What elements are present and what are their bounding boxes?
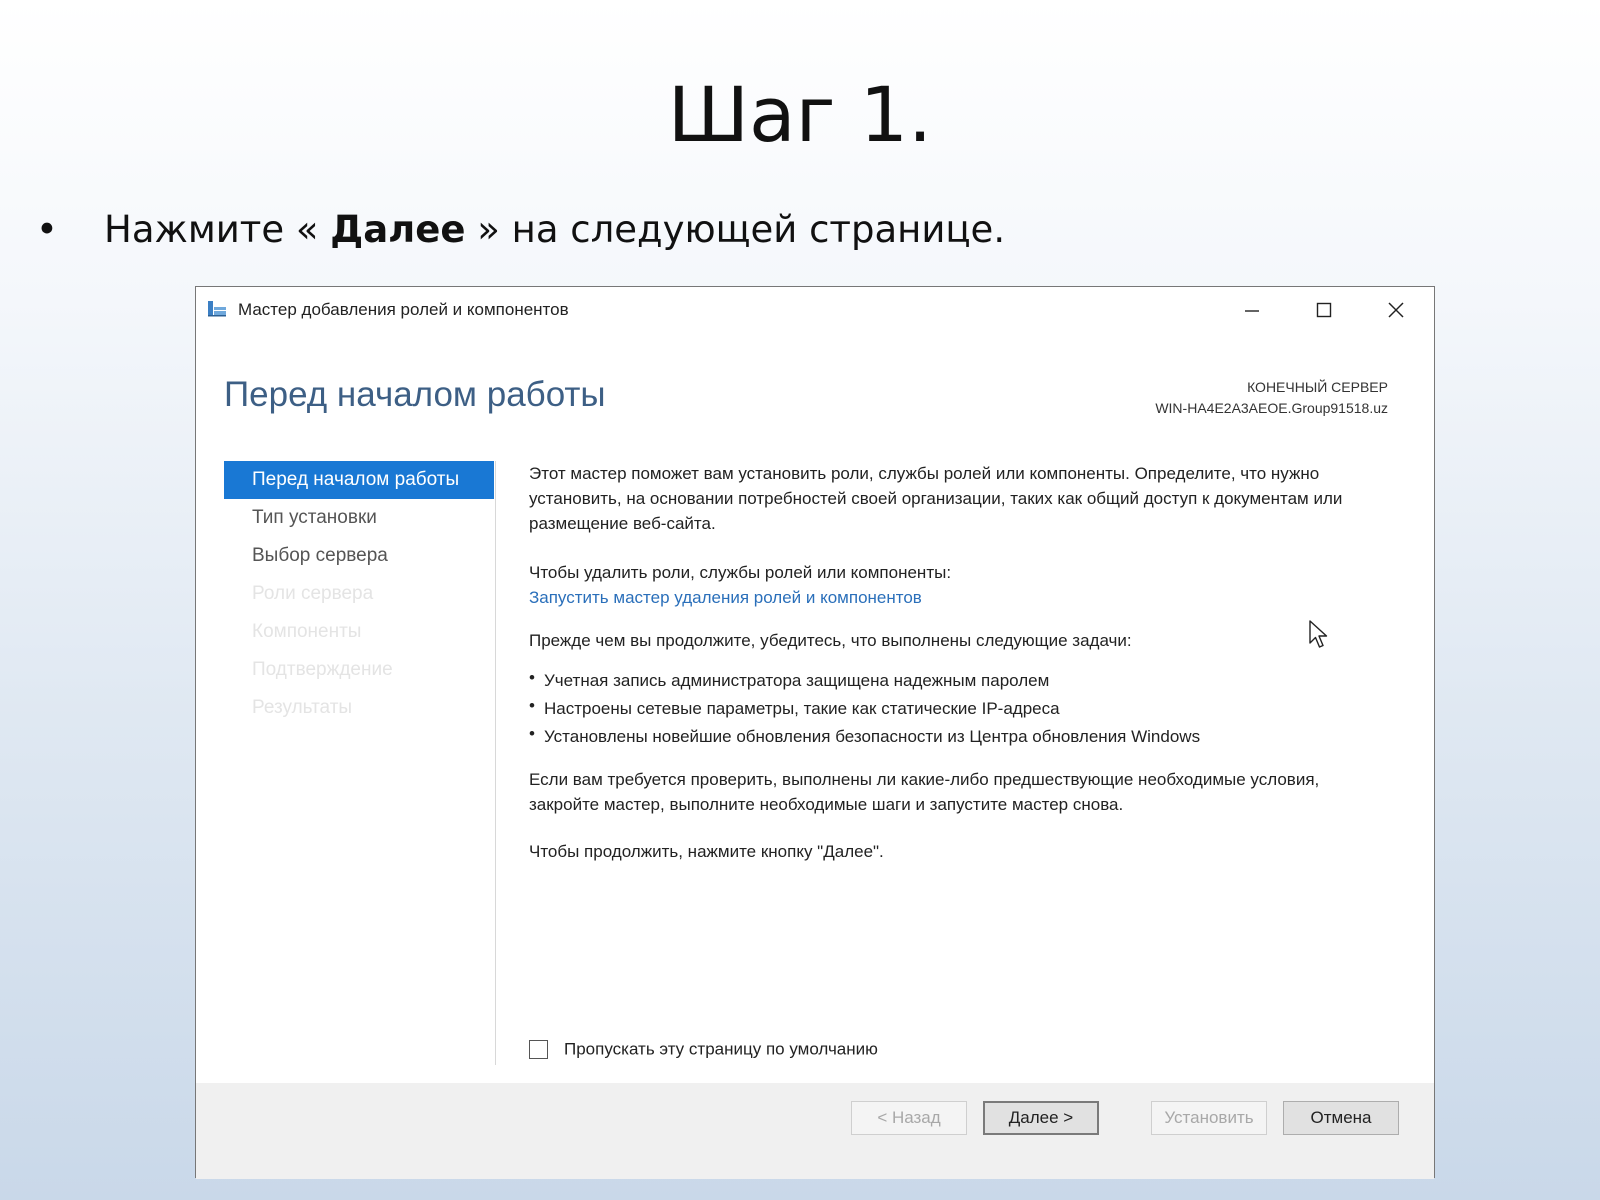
bullet-text-before: Нажмите « (104, 208, 331, 251)
window-title: Мастер добавления ролей и компонентов (238, 300, 569, 319)
list-item: Установлены новейшие обновления безопасн… (529, 720, 1369, 751)
wizard-content: Этот мастер поможет вам установить роли,… (529, 461, 1369, 864)
list-item: Учетная запись администратора защищена н… (529, 664, 1369, 695)
continue-note: Чтобы продолжить, нажмите кнопку "Далее"… (529, 842, 884, 861)
nav-divider (495, 461, 496, 1065)
nav-item-server-roles: Роли сервера (252, 583, 374, 604)
title-bar[interactable]: Мастер добавления ролей и компонентов (196, 287, 1434, 331)
minimize-button[interactable] (1229, 293, 1275, 325)
bullet-dot: • (36, 208, 58, 251)
maximize-icon (1316, 302, 1332, 318)
intro-text: Этот мастер поможет вам установить роли,… (529, 464, 1343, 533)
skip-page-label: Пропускать эту страницу по умолчанию (564, 1039, 878, 1059)
nav-item-results: Результаты (252, 697, 353, 718)
mouse-cursor-icon (1309, 620, 1328, 648)
slide-bullet: • Нажмите « Далее » на следующей странице… (36, 208, 1005, 251)
skip-page-checkbox[interactable] (529, 1040, 548, 1060)
bullet-text-after: » на следующей странице. (465, 208, 1006, 251)
prereq-note: Если вам требуется проверить, выполнены … (529, 770, 1320, 814)
bullet-text-bold: Далее (330, 208, 466, 251)
wizard-nav: Перед началом работы Тип установки Выбор… (224, 461, 494, 727)
before-continue-text: Прежде чем вы продолжите, убедитесь, что… (529, 631, 1132, 650)
remove-wizard-link[interactable]: Запустить мастер удаления ролей и компон… (529, 585, 1369, 610)
wizard-footer: < Назад Далее > Установить Отмена (196, 1083, 1434, 1179)
next-button[interactable]: Далее > (983, 1101, 1099, 1135)
close-button[interactable] (1373, 293, 1419, 325)
install-button[interactable]: Установить (1151, 1101, 1267, 1135)
nav-item-features: Компоненты (252, 621, 362, 642)
wizard-window: Мастер добавления ролей и компонентов Пе… (195, 286, 1435, 1179)
page-heading: Перед началом работы (224, 375, 606, 414)
maximize-button[interactable] (1301, 293, 1347, 325)
server-name: WIN-HA4E2A3AEOE.Group91518.uz (1155, 400, 1388, 416)
task-list: Учетная запись администратора защищена н… (529, 664, 1369, 751)
server-manager-icon (208, 301, 226, 317)
minimize-icon (1245, 310, 1259, 312)
server-label: КОНЕЧНЫЙ СЕРВЕР (1247, 379, 1388, 395)
slide-title: Шаг 1. (667, 70, 933, 159)
back-button[interactable]: < Назад (851, 1101, 967, 1135)
nav-item-installation-type[interactable]: Тип установки (224, 499, 494, 537)
nav-item-server-selection[interactable]: Выбор сервера (224, 537, 494, 575)
remove-prompt: Чтобы удалить роли, службы ролей или ком… (529, 563, 952, 582)
nav-item-confirmation: Подтверждение (252, 659, 393, 680)
list-item: Настроены сетевые параметры, такие как с… (529, 692, 1369, 723)
cancel-button[interactable]: Отмена (1283, 1101, 1399, 1135)
skip-page-option[interactable]: Пропускать эту страницу по умолчанию (529, 1039, 878, 1060)
destination-server: КОНЕЧНЫЙ СЕРВЕР WIN-HA4E2A3AEOE.Group915… (1155, 377, 1388, 419)
close-icon (1388, 302, 1404, 318)
nav-item-before-you-begin[interactable]: Перед началом работы (224, 461, 494, 499)
